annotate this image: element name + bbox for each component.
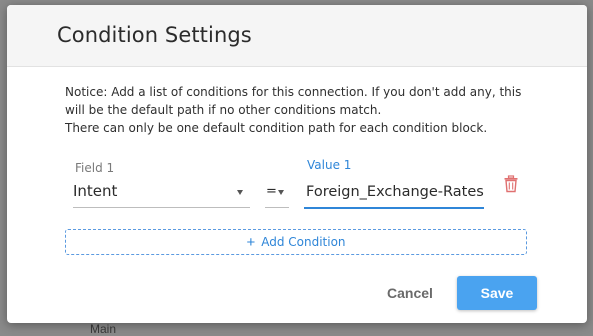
cancel-button[interactable]: Cancel [377,277,443,309]
save-button[interactable]: Save [457,276,537,310]
value-1-label: Value 1 [307,158,352,172]
background-text-fragment: s [0,170,1,185]
trash-icon[interactable] [503,175,519,193]
condition-settings-dialog: Condition Settings Notice: Add a list of… [7,5,587,323]
operator-value: = [266,184,277,199]
plus-icon: + [246,233,256,251]
operator-select[interactable]: = [265,179,289,208]
chevron-down-icon [237,190,243,195]
dialog-title: Condition Settings [57,23,252,47]
dialog-header: Condition Settings [7,5,587,67]
field-1-value: Intent [73,182,118,200]
field-1-select[interactable]: Intent [73,179,250,208]
notice-line-3: There can only be one default condition … [65,121,488,135]
value-1-input[interactable] [304,177,484,209]
notice-line-1: Notice: Add a list of conditions for thi… [65,85,522,99]
add-condition-button[interactable]: + Add Condition [65,229,527,255]
notice-text: Notice: Add a list of conditions for thi… [65,83,545,137]
background-text-fragment-bottom: Main [90,322,117,336]
add-condition-label: Add Condition [261,235,346,249]
notice-line-2: will be the default path if no other con… [65,103,382,117]
chevron-down-icon [278,190,284,195]
field-1-label: Field 1 [75,161,115,175]
